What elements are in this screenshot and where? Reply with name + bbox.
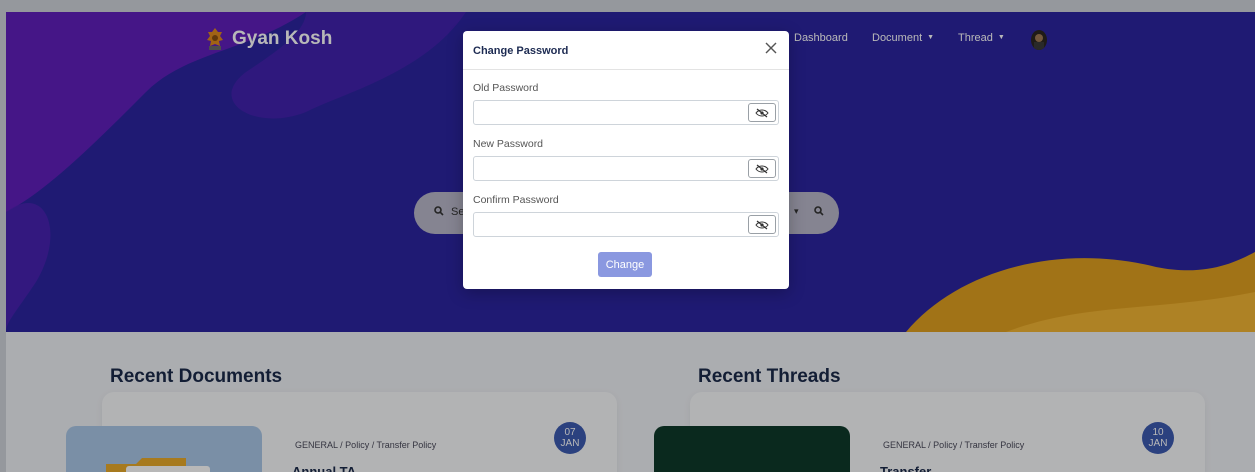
modal-title: Change Password [473,45,569,57]
toggle-old-password-button[interactable] [748,103,776,122]
change-password-button[interactable]: Change [598,252,652,277]
old-password-label: Old Password [473,82,539,94]
confirm-password-field[interactable] [473,212,779,237]
old-password-input[interactable] [477,102,751,125]
new-password-input[interactable] [477,158,751,181]
confirm-password-input[interactable] [477,214,751,237]
confirm-password-label: Confirm Password [473,194,559,206]
old-password-field[interactable] [473,100,779,125]
change-password-modal: Change Password Old Password New Passwor… [463,31,789,289]
eye-slash-icon [755,108,769,117]
new-password-field[interactable] [473,156,779,181]
close-icon[interactable] [763,40,779,56]
eye-slash-icon [755,220,769,229]
new-password-label: New Password [473,138,544,150]
toggle-new-password-button[interactable] [748,159,776,178]
modal-header: Change Password [463,31,789,70]
eye-slash-icon [755,164,769,173]
toggle-confirm-password-button[interactable] [748,215,776,234]
